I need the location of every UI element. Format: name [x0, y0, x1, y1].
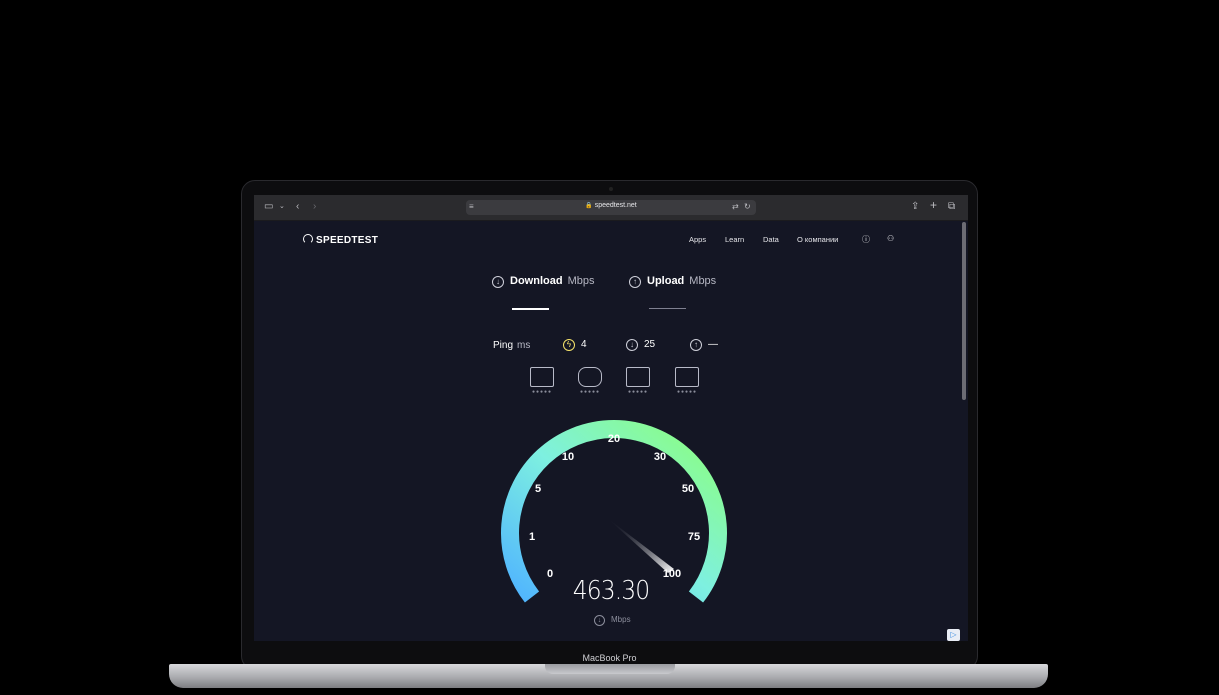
- download-unit: Mbps: [567, 275, 595, 287]
- tab-upload[interactable]: ↑ Upload Mbps: [629, 275, 716, 288]
- screen: ▭ ⌄ ‹ › ≡ 🔒 speedtest.net ⇄ ↻ ⇪ + ⧉ SPEE…: [254, 195, 968, 641]
- gauge-tick-label: 5: [535, 483, 541, 495]
- speed-value: 463.30: [572, 576, 650, 606]
- gaming-icon[interactable]: [578, 367, 602, 387]
- address-bar[interactable]: ≡ 🔒 speedtest.net ⇄ ↻: [466, 200, 756, 215]
- ping-upload-value: —: [708, 339, 718, 350]
- ping-text: Ping: [493, 340, 514, 351]
- gauge-arc: [501, 420, 727, 603]
- laptop-notch: [545, 664, 675, 674]
- video-call-rating: ●●●●●: [676, 389, 698, 395]
- gauge-tick-label: 75: [688, 531, 700, 543]
- download-unit-icon: ↓: [594, 615, 605, 626]
- lock-icon: 🔒: [585, 203, 593, 209]
- nav-data[interactable]: Data: [763, 235, 779, 244]
- chevron-down-icon[interactable]: ⌄: [279, 201, 285, 213]
- adchoices-icon[interactable]: ▷: [947, 629, 960, 641]
- gauge-tick-label: 50: [682, 483, 694, 495]
- ping-unit: ms: [517, 340, 531, 351]
- help-icon[interactable]: ⓘ: [862, 234, 870, 245]
- gauge-needle: [606, 517, 674, 573]
- reload-icon[interactable]: ↻: [744, 202, 751, 211]
- speed-unit: ↓ Mbps: [594, 615, 631, 626]
- laptop-model-label: MacBook Pro: [582, 653, 637, 663]
- back-icon[interactable]: ‹: [296, 201, 299, 213]
- ping-download-value: 25: [644, 339, 656, 350]
- share-icon[interactable]: ⇪: [911, 201, 919, 213]
- video-play-icon[interactable]: [626, 367, 650, 387]
- ping-idle-value: 4: [581, 339, 587, 350]
- download-arrow-icon: ↓: [492, 276, 504, 288]
- translate-icon[interactable]: ⇄: [732, 202, 739, 211]
- nav-learn[interactable]: Learn: [725, 235, 744, 244]
- logo-text: SPEEDTEST: [316, 235, 379, 246]
- video-rating: ●●●●●: [627, 389, 649, 395]
- browser-toolbar: ▭ ⌄ ‹ › ≡ 🔒 speedtest.net ⇄ ↻ ⇪ + ⧉: [254, 195, 968, 221]
- tab-download[interactable]: ↓ Download Mbps: [492, 275, 594, 288]
- upload-tab-underline: [649, 308, 686, 309]
- speed-unit-text: Mbps: [611, 615, 631, 624]
- browsing-icon[interactable]: [530, 367, 554, 387]
- gaming-rating: ●●●●●: [579, 389, 601, 395]
- forward-icon[interactable]: ›: [313, 201, 316, 213]
- upload-unit: Mbps: [689, 275, 717, 287]
- url-text: 🔒 speedtest.net: [466, 202, 756, 209]
- ping-download: ↓ 25: [626, 339, 655, 351]
- scrollbar[interactable]: [962, 222, 966, 400]
- upload-ping-icon: ↑: [690, 339, 702, 351]
- upload-arrow-icon: ↑: [629, 276, 641, 288]
- speedtest-logo[interactable]: SPEEDTEST: [303, 234, 378, 246]
- camera: [609, 187, 613, 191]
- gauge-tick-label: 10: [562, 451, 574, 463]
- gauge-tick-label: 1: [529, 531, 535, 543]
- download-ping-icon: ↓: [626, 339, 638, 351]
- url-value: speedtest.net: [594, 202, 637, 209]
- nav-about[interactable]: О компании: [797, 235, 838, 244]
- tabs-overview-icon[interactable]: ⧉: [948, 201, 955, 213]
- ping-idle: ϟ4: [563, 339, 587, 351]
- download-tab-underline: [512, 308, 549, 310]
- ping-upload: ↑ —: [690, 339, 718, 351]
- gauge-tick-label: 30: [654, 451, 666, 463]
- sidebar-icon[interactable]: ▭: [264, 201, 273, 213]
- upload-label: Upload: [647, 275, 685, 287]
- gauge-tick-label: 20: [608, 433, 620, 445]
- lightning-icon: ϟ: [563, 339, 575, 351]
- browsing-rating: ●●●●●: [531, 389, 553, 395]
- ping-label: Ping ms: [493, 340, 530, 351]
- video-call-icon[interactable]: [675, 367, 699, 387]
- nav-apps[interactable]: Apps: [689, 235, 706, 244]
- new-tab-icon[interactable]: +: [930, 199, 937, 211]
- gauge-logo-icon: [303, 234, 313, 244]
- user-icon[interactable]: ⚇: [887, 234, 894, 243]
- download-label: Download: [510, 275, 563, 287]
